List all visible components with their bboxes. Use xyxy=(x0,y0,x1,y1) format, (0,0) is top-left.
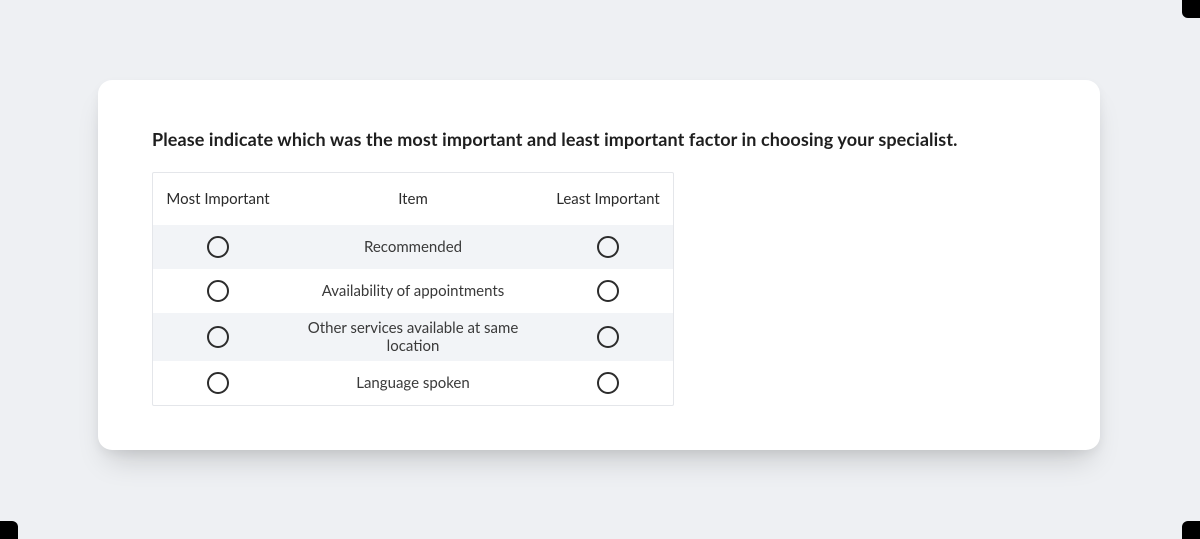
cell-item: Recommended xyxy=(283,232,543,262)
header-most-important: Most Important xyxy=(153,184,283,215)
radio-most[interactable] xyxy=(207,326,229,348)
cell-least xyxy=(543,274,673,308)
radio-least[interactable] xyxy=(597,236,619,258)
radio-most[interactable] xyxy=(207,236,229,258)
header-label: Item xyxy=(398,190,428,209)
header-item: Item xyxy=(283,184,543,215)
question-text: Please indicate which was the most impor… xyxy=(152,128,1046,150)
item-label: Recommended xyxy=(364,238,462,256)
item-label: Other services available at same locatio… xyxy=(293,319,533,355)
maxdiff-grid: Most Important Item Least Important Reco… xyxy=(152,172,674,406)
cell-most xyxy=(153,366,283,400)
radio-most[interactable] xyxy=(207,280,229,302)
radio-most[interactable] xyxy=(207,372,229,394)
cell-most xyxy=(153,320,283,354)
header-least-important: Least Important xyxy=(543,184,673,215)
survey-card: Please indicate which was the most impor… xyxy=(98,80,1100,450)
header-label: Least Important xyxy=(556,190,660,209)
cell-most xyxy=(153,274,283,308)
item-label: Language spoken xyxy=(356,374,469,392)
grid-row: Availability of appointments xyxy=(153,269,673,313)
stage: Please indicate which was the most impor… xyxy=(0,0,1200,539)
cell-least xyxy=(543,230,673,264)
cell-item: Availability of appointments xyxy=(283,276,543,306)
grid-row: Language spoken xyxy=(153,361,673,405)
cell-item: Language spoken xyxy=(283,368,543,398)
item-label: Availability of appointments xyxy=(322,282,504,300)
grid-header: Most Important Item Least Important xyxy=(153,173,673,225)
radio-least[interactable] xyxy=(597,280,619,302)
radio-least[interactable] xyxy=(597,372,619,394)
cell-least xyxy=(543,320,673,354)
cell-most xyxy=(153,230,283,264)
grid-row: Other services available at same locatio… xyxy=(153,313,673,361)
grid-row: Recommended xyxy=(153,225,673,269)
corner-decor xyxy=(0,521,18,539)
corner-decor xyxy=(1182,0,1200,18)
cell-least xyxy=(543,366,673,400)
radio-least[interactable] xyxy=(597,326,619,348)
cell-item: Other services available at same locatio… xyxy=(283,313,543,361)
header-label: Most Important xyxy=(166,190,269,209)
corner-decor xyxy=(1182,521,1200,539)
